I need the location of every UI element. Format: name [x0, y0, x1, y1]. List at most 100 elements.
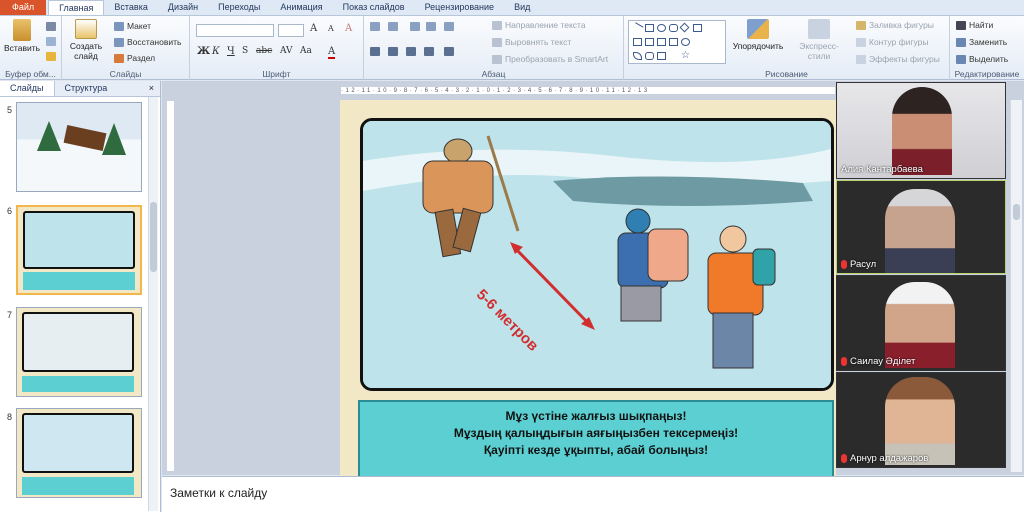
quick-styles-button[interactable]: Экспресс-стили	[788, 19, 850, 61]
copy-icon[interactable]	[46, 37, 56, 46]
change-case-icon[interactable]: Aa	[300, 46, 312, 56]
select-label: Выделить	[969, 54, 1009, 64]
tab-file[interactable]: Файл	[0, 0, 47, 15]
pentagon-shape-icon[interactable]	[669, 38, 678, 46]
replace-button[interactable]: Заменить	[956, 37, 1007, 47]
pane-tabs: Слайды Структура ×	[0, 81, 160, 97]
editor-scrollbar[interactable]	[1010, 100, 1022, 472]
strikethrough-icon[interactable]: abc	[256, 46, 272, 56]
replace-label: Заменить	[969, 37, 1008, 47]
participant-name-row: Расул	[841, 259, 876, 270]
paragraph-group: Направление текста Выровнять текст Преоб…	[364, 16, 624, 80]
video-tile[interactable]: Саилау Әділет	[836, 275, 1006, 371]
find-button[interactable]: Найти	[956, 20, 993, 30]
brace-shape-icon[interactable]	[645, 52, 654, 60]
font-color-icon[interactable]: A	[328, 46, 336, 59]
align-center-icon[interactable]	[388, 47, 398, 56]
shape-effects-button[interactable]: Эффекты фигуры	[856, 54, 940, 64]
video-tile[interactable]: Алия Кантарбаева	[836, 82, 1006, 179]
replace-icon	[956, 37, 966, 47]
tab-slides[interactable]: Слайды	[0, 81, 55, 96]
slide-thumbnail[interactable]	[16, 102, 142, 192]
shadow-icon[interactable]: S	[242, 46, 248, 56]
outline-icon	[856, 37, 866, 47]
video-tile[interactable]: Расул	[836, 180, 1006, 274]
columns-icon[interactable]	[444, 47, 454, 56]
tab-home[interactable]: Главная	[48, 0, 105, 15]
increase-indent-icon[interactable]	[426, 22, 436, 31]
slide-thumbnail[interactable]	[16, 408, 142, 498]
tab-animation[interactable]: Анимация	[270, 0, 332, 15]
grow-font-icon[interactable]: A	[310, 23, 317, 34]
layout-button[interactable]: Макет	[114, 21, 151, 31]
numbering-icon[interactable]	[388, 22, 398, 31]
text-direction-button[interactable]: Направление текста	[492, 20, 586, 30]
shrink-font-icon[interactable]: A	[328, 24, 334, 33]
underline-icon[interactable]: Ч	[227, 46, 235, 57]
triangle-shape-icon[interactable]	[693, 24, 702, 32]
font-family-combo[interactable]	[196, 24, 274, 37]
clear-format-icon[interactable]: A	[345, 23, 352, 34]
tab-view[interactable]: Вид	[504, 0, 540, 15]
new-slide-button[interactable]: Создать слайд	[66, 19, 106, 61]
slide-thumbnail[interactable]	[16, 307, 142, 397]
slide-thumbnail-selected[interactable]	[16, 205, 142, 295]
text-direction-label: Направление текста	[505, 20, 586, 30]
smartart-button[interactable]: Преобразовать в SmartArt	[492, 54, 608, 64]
arrange-button[interactable]: Упорядочить	[732, 19, 784, 51]
star-shape-icon[interactable]: ☆	[681, 51, 690, 61]
tab-review[interactable]: Рецензирование	[415, 0, 505, 15]
arrow-right-shape-icon[interactable]	[645, 38, 654, 46]
decrease-indent-icon[interactable]	[410, 22, 420, 31]
effects-icon	[856, 54, 866, 64]
diamond-shape-icon[interactable]	[679, 22, 690, 33]
quick-styles-label: Экспресс-стили	[799, 41, 839, 61]
shape-fill-button[interactable]: Заливка фигуры	[856, 20, 934, 30]
tab-transitions[interactable]: Переходы	[208, 0, 270, 15]
bracket-shape-icon[interactable]	[657, 52, 666, 60]
section-button[interactable]: Раздел	[114, 53, 155, 63]
justify-icon[interactable]	[424, 47, 434, 56]
align-right-icon[interactable]	[406, 47, 416, 56]
rectangle-shape-icon[interactable]	[645, 24, 654, 32]
select-button[interactable]: Выделить	[956, 54, 1008, 64]
tab-slideshow[interactable]: Показ слайдов	[333, 0, 415, 15]
curve-shape-icon[interactable]	[633, 52, 642, 60]
select-icon	[956, 54, 966, 64]
slides-pane-scrollbar[interactable]	[148, 97, 158, 511]
bold-icon[interactable]: Ж	[197, 46, 210, 57]
oval-shape-icon[interactable]	[657, 24, 666, 32]
align-text-button[interactable]: Выровнять текст	[492, 37, 571, 47]
cut-icon[interactable]	[46, 22, 56, 31]
scroll-thumb[interactable]	[150, 202, 157, 272]
circle-shape-icon[interactable]	[681, 38, 690, 46]
arrow-down-shape-icon[interactable]	[657, 38, 666, 46]
elbow-connector-icon[interactable]	[633, 38, 642, 46]
reset-button[interactable]: Восстановить	[114, 37, 181, 47]
paste-label: Вставить	[4, 43, 41, 53]
video-tile[interactable]: Арнур алдажаров	[836, 372, 1006, 468]
tab-outline[interactable]: Структура	[55, 81, 118, 96]
format-painter-icon[interactable]	[46, 52, 56, 61]
scroll-thumb[interactable]	[1013, 204, 1020, 220]
tab-design[interactable]: Дизайн	[158, 0, 208, 15]
font-group: A A A Ж К Ч S abc AV Aa A Шрифт	[190, 16, 364, 80]
close-icon[interactable]: ×	[149, 81, 160, 96]
font-size-combo[interactable]	[278, 24, 304, 37]
shapes-gallery[interactable]: ☆	[628, 20, 726, 64]
char-spacing-icon[interactable]: AV	[280, 46, 293, 56]
line-spacing-icon[interactable]	[444, 22, 454, 31]
bullets-icon[interactable]	[370, 22, 380, 31]
shape-outline-button[interactable]: Контур фигуры	[856, 37, 928, 47]
section-icon	[114, 53, 124, 63]
align-left-icon[interactable]	[370, 47, 380, 56]
tab-insert[interactable]: Вставка	[104, 0, 157, 15]
editing-group-label: Редактирование	[954, 69, 1020, 79]
paste-button[interactable]: Вставить	[4, 19, 40, 53]
reset-label: Восстановить	[127, 37, 182, 47]
rounded-rect-shape-icon[interactable]	[669, 24, 678, 32]
notes-pane[interactable]: Заметки к слайду	[162, 476, 1024, 512]
italic-icon[interactable]: К	[212, 46, 220, 57]
current-slide[interactable]: 5-6 метров Мұз үстіне жалғыз шықпаңыз! М…	[340, 100, 836, 476]
line-shape-icon[interactable]	[631, 22, 644, 34]
